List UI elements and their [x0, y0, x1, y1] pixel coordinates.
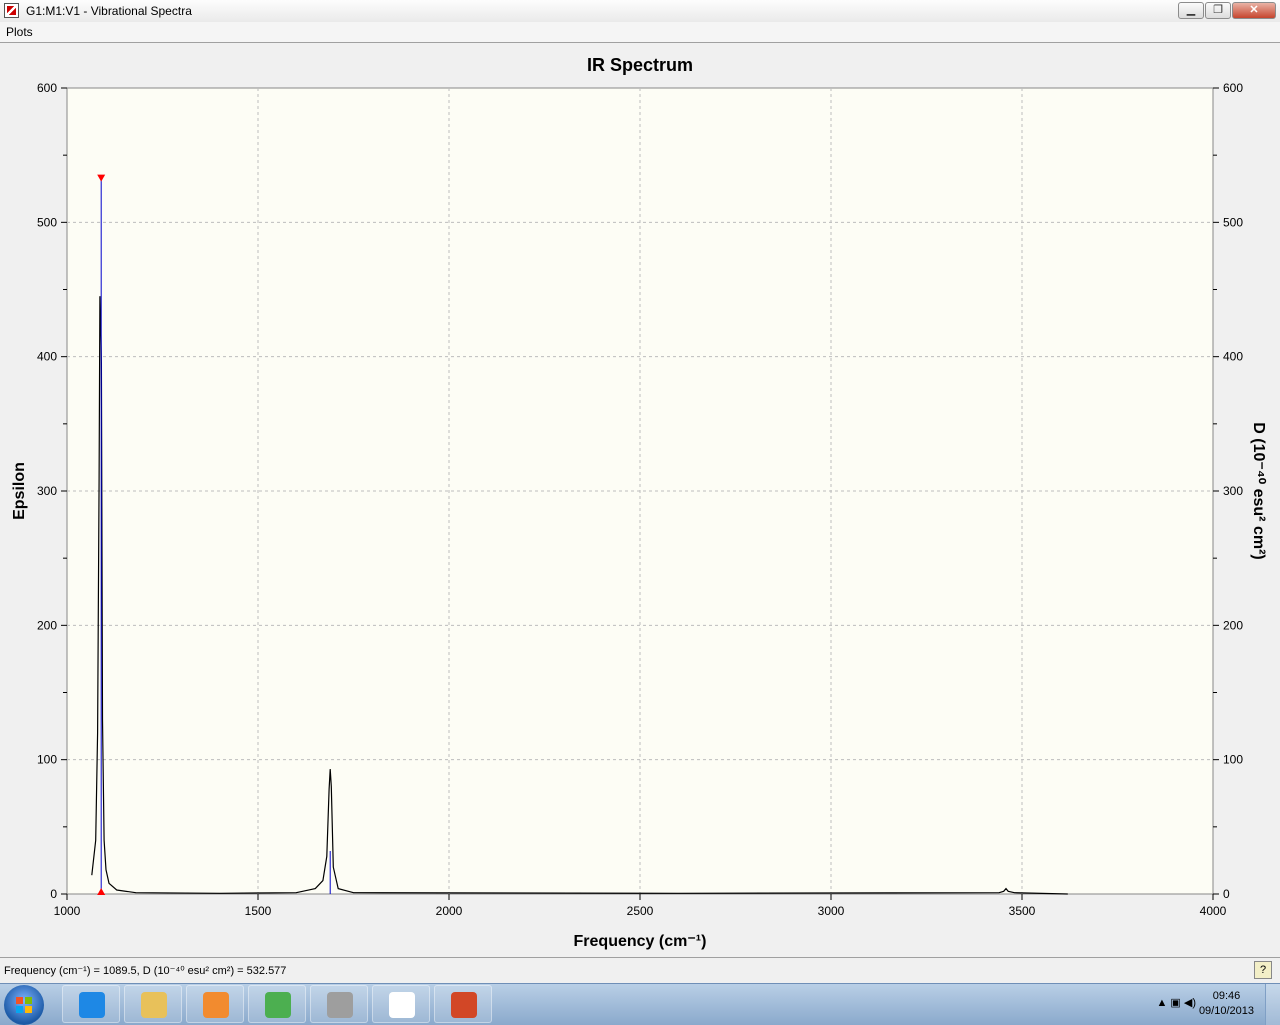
gaussview-icon: [389, 992, 415, 1018]
taskbar-button[interactable]: [434, 985, 492, 1023]
folder-icon: [141, 992, 167, 1018]
y2-axis-label: D (10⁻⁴⁰ esu² cm²): [1250, 422, 1267, 559]
ie-icon: [79, 992, 105, 1018]
x-tick-label: 2000: [436, 904, 463, 918]
y-tick-label: 200: [37, 618, 57, 632]
y-tick-label: 100: [37, 753, 57, 767]
x-tick-label: 1500: [245, 904, 272, 918]
help-icon[interactable]: ?: [1254, 961, 1272, 979]
y2-tick-label: 500: [1223, 215, 1243, 229]
y-tick-label: 300: [37, 484, 57, 498]
app-icon[interactable]: [4, 3, 19, 18]
chart-title: IR Spectrum: [587, 55, 693, 75]
media-player-icon: [203, 992, 229, 1018]
x-tick-label: 1000: [54, 904, 81, 918]
system-tray[interactable]: ▲ ▣ ◀): [1156, 996, 1196, 1009]
taskbar: ▲ ▣ ◀) 09:46 09/10/2013: [0, 983, 1280, 1025]
minimize-button[interactable]: ▁: [1178, 2, 1204, 19]
y2-tick-label: 600: [1223, 81, 1243, 95]
show-desktop-button[interactable]: [1265, 984, 1280, 1025]
y-tick-label: 0: [50, 887, 57, 901]
x-tick-label: 2500: [627, 904, 654, 918]
menu-plots[interactable]: Plots: [6, 25, 33, 39]
powerpoint-icon: [451, 992, 477, 1018]
molecule-tool-icon: [327, 992, 353, 1018]
status-bar: Frequency (cm⁻¹) = 1089.5, D (10⁻⁴⁰ esu²…: [0, 959, 1280, 983]
ir-spectrum-chart[interactable]: IR Spectrum 1000 1500 2000 2500 3000 3500 4000…: [0, 43, 1280, 959]
clock-date: 09/10/2013: [1198, 1005, 1254, 1017]
x-axis-label: Frequency (cm⁻¹): [574, 933, 707, 950]
clock[interactable]: 09:46 09/10/2013: [1199, 989, 1254, 1019]
windows-logo-icon: [16, 997, 32, 1013]
x-tick-label: 3500: [1009, 904, 1036, 918]
clock-time: 09:46: [1212, 990, 1241, 1002]
chrome-icon: [265, 992, 291, 1018]
y2-tick-label: 200: [1223, 618, 1243, 632]
y2-tick-label: 400: [1223, 350, 1243, 364]
taskbar-button[interactable]: [248, 985, 306, 1023]
taskbar-button[interactable]: [310, 985, 368, 1023]
taskbar-button[interactable]: [186, 985, 244, 1023]
window-title: G1:M1:V1 - Vibrational Spectra: [26, 4, 192, 18]
y2-tick-label: 100: [1223, 753, 1243, 767]
x-tick-label: 4000: [1200, 904, 1227, 918]
y-tick-label: 400: [37, 350, 57, 364]
title-bar: G1:M1:V1 - Vibrational Spectra ▁ ❐ ✕: [0, 0, 1280, 23]
taskbar-button[interactable]: [62, 985, 120, 1023]
y-axis-label: Epsilon: [11, 462, 28, 520]
status-readout: Frequency (cm⁻¹) = 1089.5, D (10⁻⁴⁰ esu²…: [4, 965, 287, 977]
y-tick-label: 600: [37, 81, 57, 95]
plot-panel: IR Spectrum 1000 1500 2000 2500 3000 3500 4000…: [0, 42, 1280, 958]
restore-button[interactable]: ❐: [1205, 2, 1231, 19]
x-tick-label: 3000: [818, 904, 845, 918]
y2-tick-label: 300: [1223, 484, 1243, 498]
y-tick-label: 500: [37, 215, 57, 229]
taskbar-button[interactable]: [124, 985, 182, 1023]
taskbar-button[interactable]: [372, 985, 430, 1023]
y2-tick-label: 0: [1223, 887, 1230, 901]
start-button[interactable]: [4, 985, 44, 1025]
close-button[interactable]: ✕: [1232, 2, 1276, 19]
menu-bar: Plots: [0, 22, 1280, 42]
